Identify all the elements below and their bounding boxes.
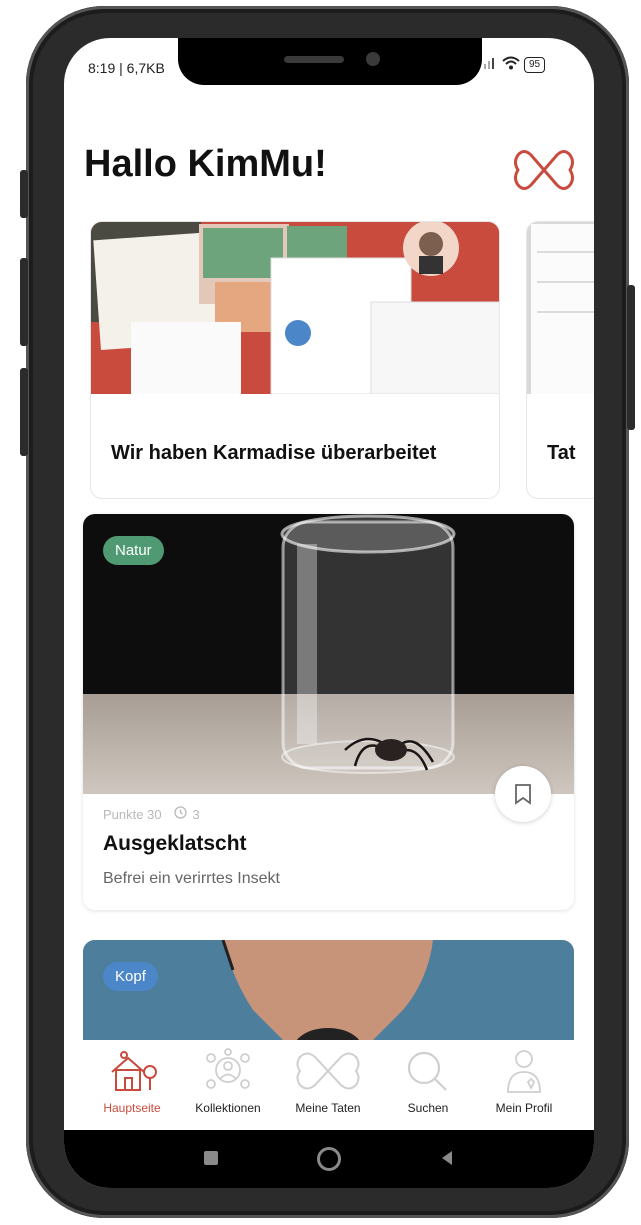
carousel-card[interactable]: Wir haben Karmadise überarbeitet xyxy=(90,221,500,499)
collections-icon xyxy=(206,1048,250,1089)
notch xyxy=(178,38,482,85)
back-button[interactable] xyxy=(440,1150,454,1171)
bottom-navigation: Hauptseite Kollektionen Meine Taten Such… xyxy=(64,1040,594,1130)
karma-icon xyxy=(296,1052,360,1090)
activity-card[interactable]: Natur Punkte 30 3 Ausgeklatscht Befrei e… xyxy=(83,514,574,910)
power-button xyxy=(627,285,635,430)
nav-item-suchen[interactable]: Suchen xyxy=(382,1048,474,1115)
home-system-button[interactable] xyxy=(317,1147,341,1171)
side-button xyxy=(20,170,28,218)
app-screen: 8:19 | 6,7KB 95 Hallo KimMu! Wir haben K… xyxy=(64,38,594,1188)
nav-label: Kollektionen xyxy=(195,1101,261,1115)
speaker xyxy=(284,56,344,63)
nav-item-mein-profil[interactable]: Mein Profil xyxy=(478,1048,570,1115)
nav-label: Meine Taten xyxy=(295,1101,361,1115)
activity-image: Natur xyxy=(83,514,574,794)
activity-subtitle: Befrei ein verirrtes Insekt xyxy=(103,870,280,887)
bookmark-icon xyxy=(515,784,531,805)
carousel-card[interactable]: Tat xyxy=(526,221,594,499)
clock-icon xyxy=(173,806,187,822)
activity-meta: Punkte 30 3 xyxy=(103,806,200,822)
karmadise-logo-icon[interactable] xyxy=(512,142,576,198)
status-time: 8:19 | 6,7KB xyxy=(88,60,165,76)
back-icon xyxy=(442,1151,452,1165)
nav-item-hauptseite[interactable]: Hauptseite xyxy=(86,1048,178,1115)
carousel-title: Wir haben Karmadise überarbeitet xyxy=(111,442,437,464)
signal-icon xyxy=(484,57,498,72)
page-title: Hallo KimMu! xyxy=(84,143,327,185)
search-icon xyxy=(407,1051,447,1091)
category-tag: Natur xyxy=(103,536,164,565)
category-tag: Kopf xyxy=(103,962,158,991)
status-icons: 95 xyxy=(484,56,546,73)
battery-indicator: 95 xyxy=(524,56,546,73)
activity-title: Ausgeklatscht xyxy=(103,832,247,855)
bookmark-button[interactable] xyxy=(495,766,551,822)
wifi-icon xyxy=(502,56,520,73)
system-navigation-bar xyxy=(64,1130,594,1188)
nav-item-meine-taten[interactable]: Meine Taten xyxy=(282,1048,374,1115)
nav-item-kollektionen[interactable]: Kollektionen xyxy=(182,1048,274,1115)
front-camera xyxy=(366,52,380,66)
points-label: Punkte 30 xyxy=(103,806,162,822)
carousel-title: Tat xyxy=(547,442,576,464)
profile-icon xyxy=(507,1050,541,1093)
recent-apps-button[interactable] xyxy=(204,1151,218,1165)
carousel-image xyxy=(527,222,594,394)
activity-count: 3 xyxy=(192,806,200,822)
volume-down-button xyxy=(20,368,28,456)
volume-up-button xyxy=(20,258,28,346)
home-icon xyxy=(111,1051,157,1091)
nav-label: Hauptseite xyxy=(103,1101,161,1115)
carousel-image xyxy=(91,222,499,394)
nav-label: Suchen xyxy=(407,1101,449,1115)
nav-label: Mein Profil xyxy=(495,1101,553,1115)
